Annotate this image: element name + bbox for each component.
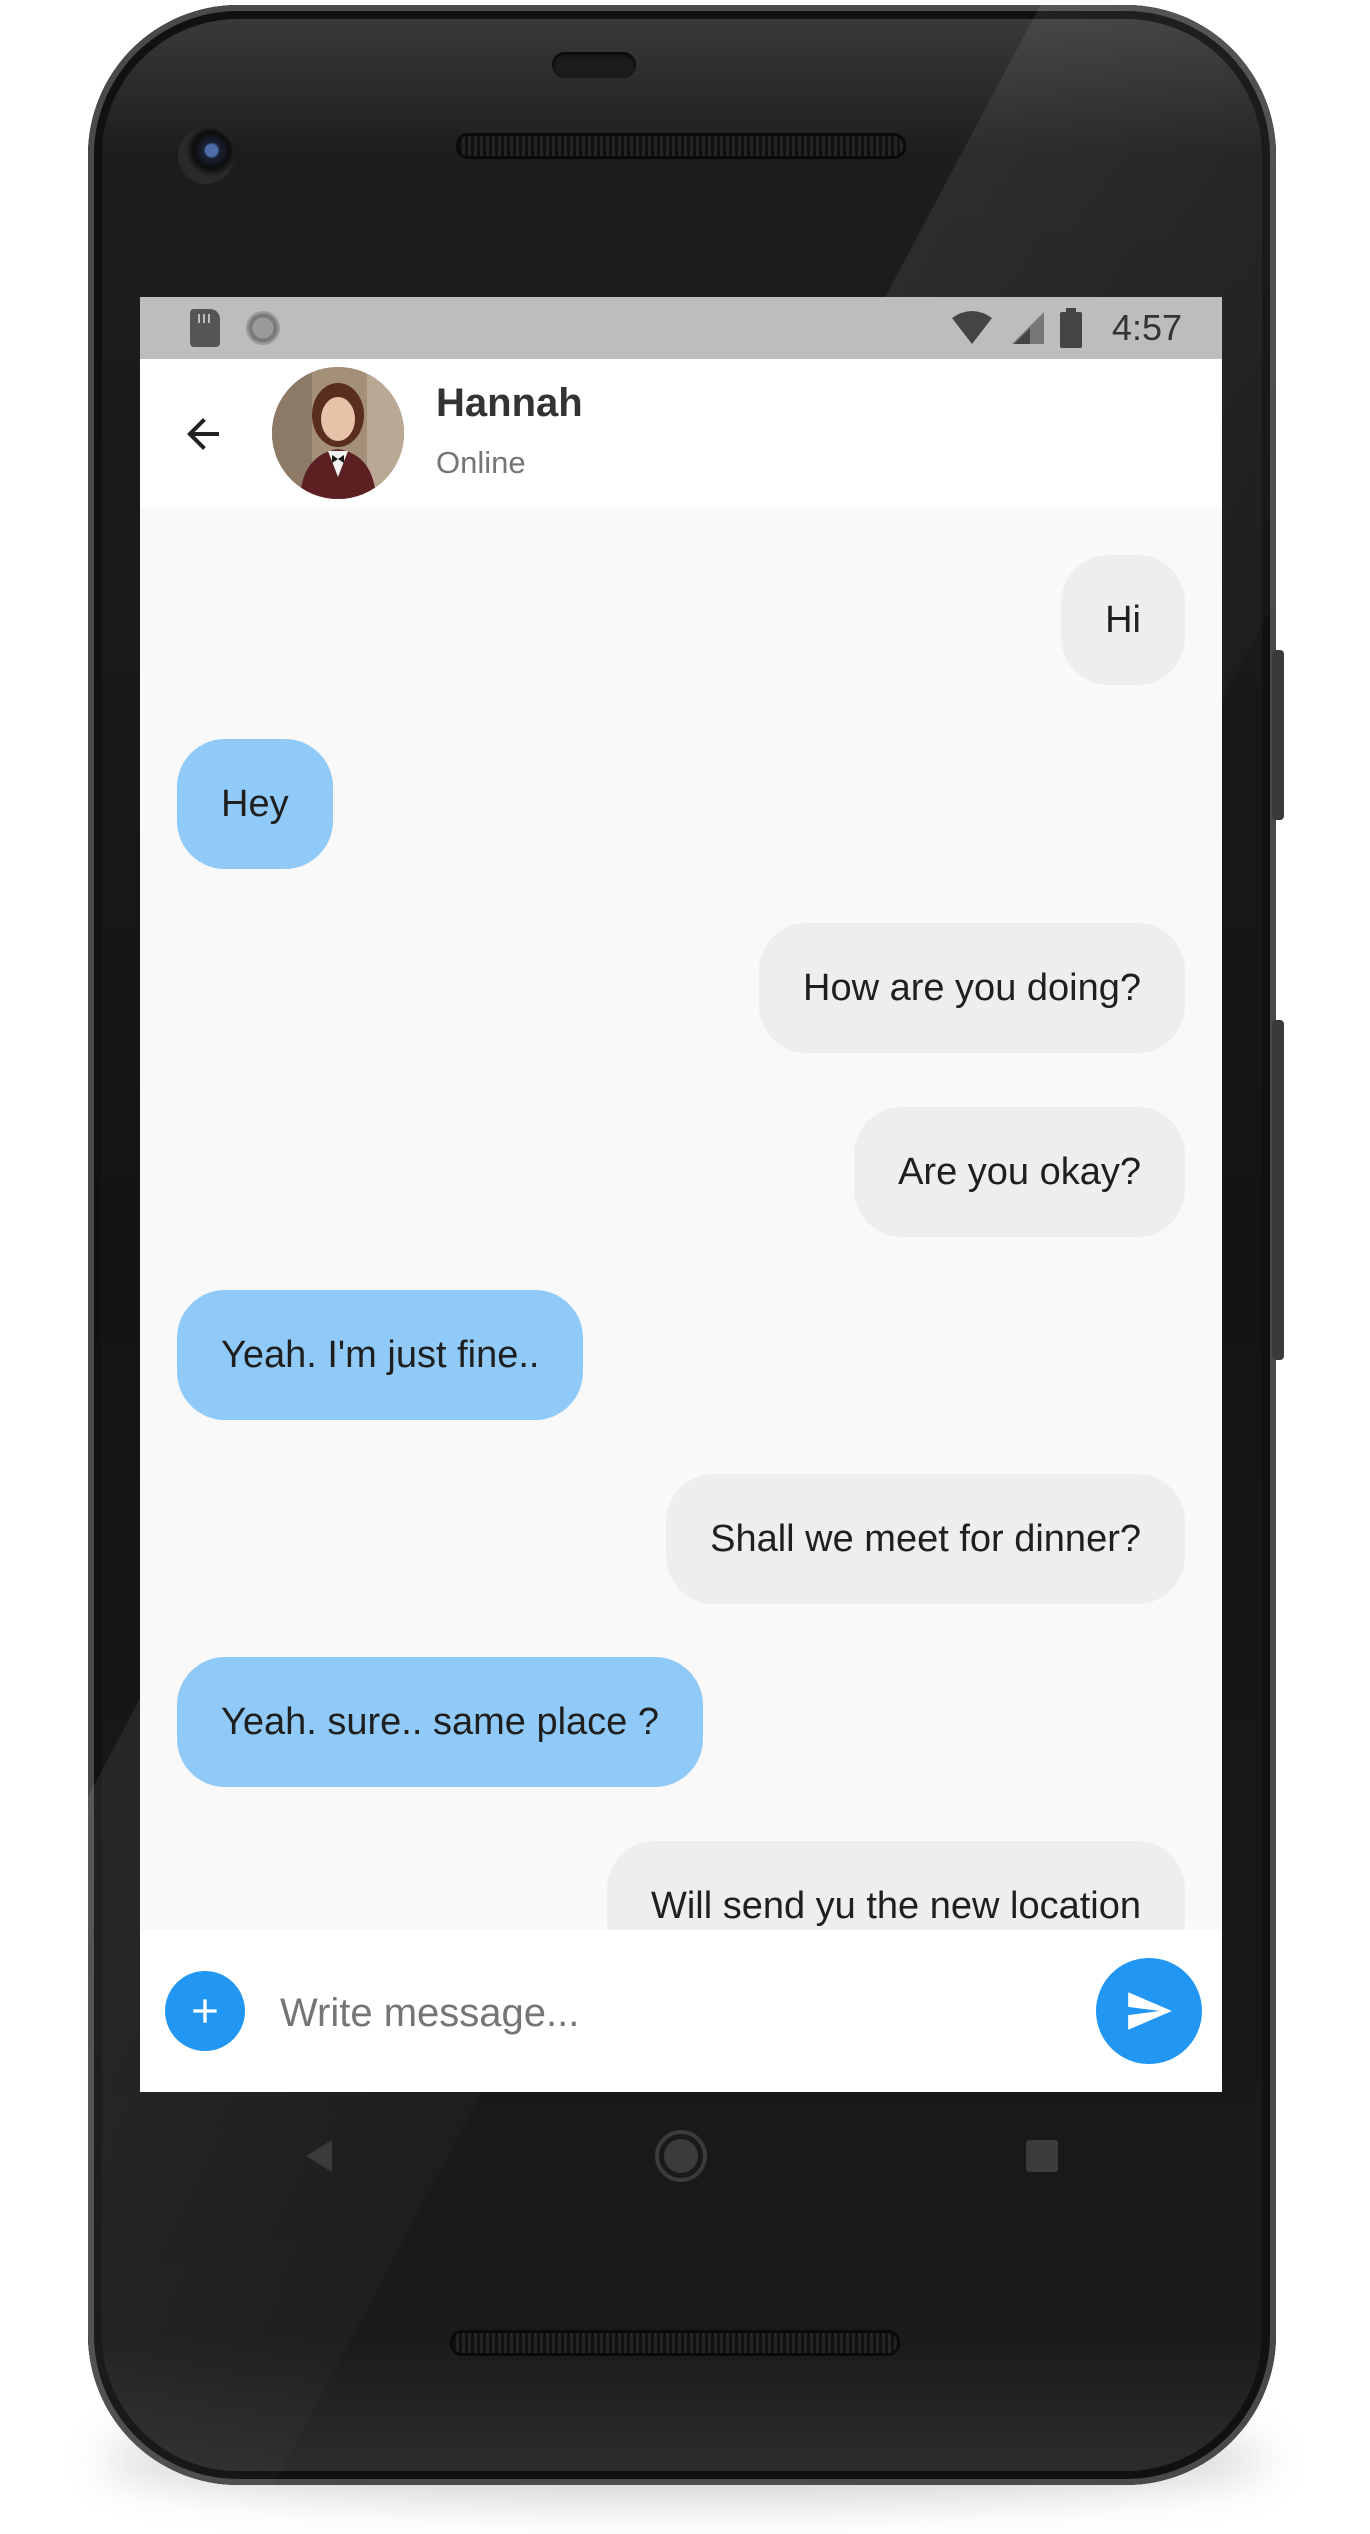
message-bubble-received[interactable]: Yeah. sure.. same place ? xyxy=(177,1657,703,1787)
message-bubble-sent[interactable]: Hi xyxy=(1061,555,1185,685)
top-speaker-grille xyxy=(456,133,906,159)
message-text: Hey xyxy=(221,782,289,825)
nav-recents-icon xyxy=(1025,2140,1058,2172)
add-attachment-button[interactable] xyxy=(165,1971,245,2051)
app-screen: 4:57 Hannah Online Hi Hey How are you do… xyxy=(140,297,1222,2092)
nav-home-button[interactable] xyxy=(631,2106,731,2206)
sync-dot-icon xyxy=(246,311,280,345)
battery-icon xyxy=(1059,308,1082,348)
message-text: Yeah. I'm just fine.. xyxy=(221,1333,540,1376)
message-bubble-sent[interactable]: How are you doing? xyxy=(759,923,1185,1053)
contact-status: Online xyxy=(436,445,526,480)
power-button xyxy=(1272,650,1284,820)
front-camera xyxy=(178,128,234,184)
nav-recents-button[interactable] xyxy=(992,2106,1092,2206)
contact-avatar[interactable] xyxy=(272,367,404,499)
status-bar: 4:57 xyxy=(140,297,1222,359)
bottom-speaker-grille xyxy=(450,2330,900,2356)
nav-back-button[interactable] xyxy=(270,2106,370,2206)
message-composer xyxy=(140,1930,1222,2092)
contact-name: Hannah xyxy=(436,381,583,425)
status-time: 4:57 xyxy=(1111,307,1182,348)
message-text: Will send yu the new location xyxy=(650,1884,1141,1927)
message-bubble-sent[interactable]: Are you okay? xyxy=(854,1107,1185,1237)
sd-card-icon xyxy=(190,309,220,347)
message-text: Shall we meet for dinner? xyxy=(710,1517,1141,1560)
message-list[interactable]: Hi Hey How are you doing? Are you okay? … xyxy=(140,507,1222,1930)
wifi-icon xyxy=(951,311,992,344)
send-icon xyxy=(1128,1992,1172,2030)
nav-back-icon xyxy=(306,2140,333,2172)
plus-icon xyxy=(193,1999,217,2023)
message-text: Hi xyxy=(1105,598,1141,641)
system-nav-bar xyxy=(140,2092,1222,2220)
send-button[interactable] xyxy=(1096,1958,1202,2064)
message-text: How are you doing? xyxy=(803,966,1141,1009)
message-input[interactable] xyxy=(278,1970,1112,2056)
message-bubble-received[interactable]: Hey xyxy=(177,739,333,869)
signal-icon xyxy=(1011,312,1044,344)
arrow-back-icon xyxy=(187,418,219,450)
message-text: Are you okay? xyxy=(898,1150,1141,1193)
chat-app-bar: Hannah Online xyxy=(140,359,1222,507)
message-bubble-received[interactable]: Yeah. I'm just fine.. xyxy=(177,1290,584,1420)
message-text: Yeah. sure.. same place ? xyxy=(221,1700,659,1743)
avatar-photo xyxy=(272,367,404,499)
message-bubble-sent[interactable]: Shall we meet for dinner? xyxy=(666,1474,1185,1604)
volume-button xyxy=(1272,1020,1284,1360)
earpiece-slot xyxy=(552,52,636,78)
message-bubble-sent[interactable]: Will send yu the new location xyxy=(606,1841,1185,1930)
nav-home-icon xyxy=(654,2130,707,2182)
back-button[interactable] xyxy=(168,399,238,469)
